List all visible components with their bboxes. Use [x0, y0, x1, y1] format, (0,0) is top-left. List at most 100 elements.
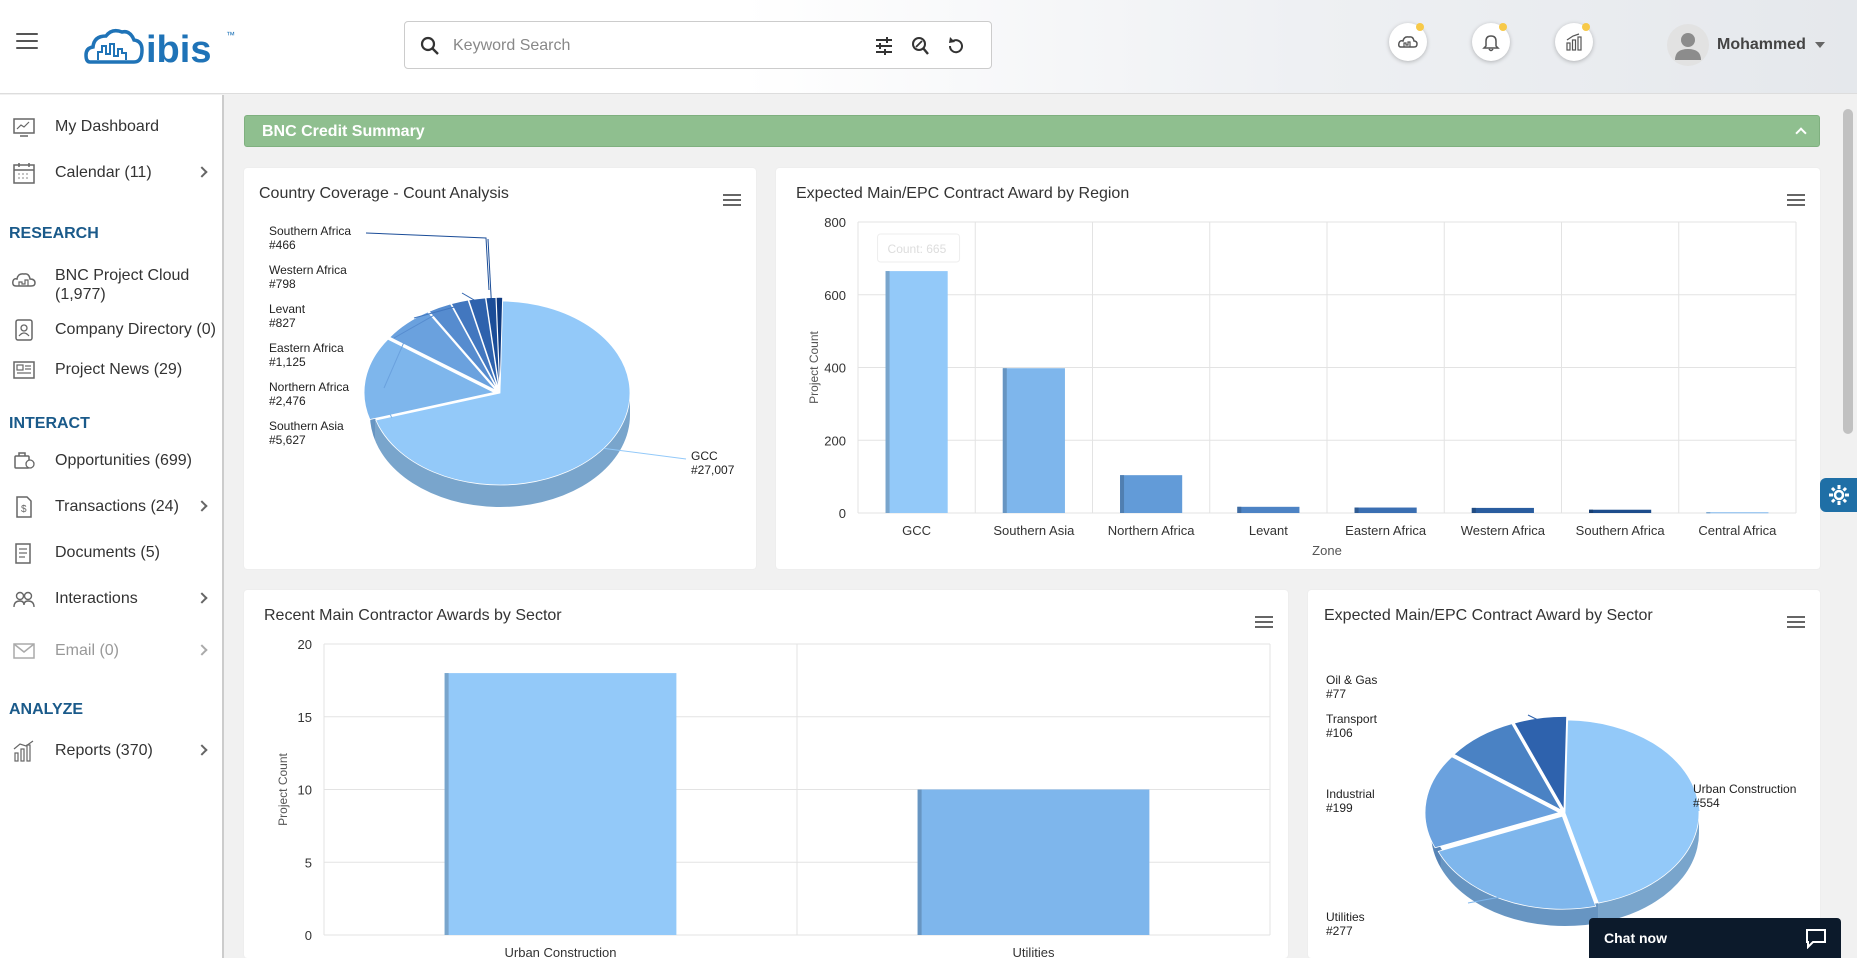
pie-label-name: Western Africa: [269, 263, 347, 277]
section-title-interact: INTERACT: [9, 415, 90, 432]
pie-label-name: Industrial: [1326, 787, 1375, 801]
analytics-button[interactable]: [1555, 23, 1593, 61]
sidebar-item-transactions[interactable]: $ Transactions (24): [0, 489, 222, 523]
y-tick-label: 400: [824, 361, 846, 376]
notifications-button[interactable]: [1472, 23, 1510, 61]
gear-icon: [1829, 485, 1849, 505]
y-tick-label: 15: [298, 710, 312, 725]
chart-icon: [1566, 33, 1582, 51]
documents-icon: [15, 543, 31, 564]
bar-edge: [1471, 507, 1476, 513]
hamburger-menu-icon[interactable]: [16, 33, 38, 51]
project-cloud-button[interactable]: [1389, 23, 1427, 61]
sidebar-item-reports[interactable]: Reports (370): [0, 733, 222, 767]
country-coverage-pie-chart: GCC#27,007 Southern Asia#5,627 Northern Af…: [269, 224, 735, 508]
sidebar-item-label: Opportunities (699): [55, 452, 192, 469]
bar-edge: [1237, 506, 1242, 513]
notification-dot: [1416, 23, 1424, 31]
sidebar-item-label: Calendar (11): [55, 164, 152, 181]
pie-label-name: Urban Construction: [1693, 782, 1796, 796]
logo-text: ibis: [146, 29, 211, 71]
bar[interactable]: [1002, 368, 1065, 513]
chevron-up-icon[interactable]: [1795, 127, 1807, 139]
bar-edge: [885, 271, 890, 513]
sidebar-item-count: (1,977): [55, 286, 106, 303]
bar[interactable]: [1706, 512, 1769, 514]
search-icon[interactable]: [419, 35, 441, 57]
avatar: [1667, 24, 1709, 66]
search-input[interactable]: [453, 34, 853, 58]
advanced-search-icon[interactable]: [909, 35, 931, 57]
bar-edge: [1354, 507, 1359, 513]
pie-label-value: #77: [1326, 687, 1346, 701]
pie-connector: [487, 238, 492, 302]
bar[interactable]: [917, 789, 1150, 936]
bar[interactable]: [1354, 507, 1417, 513]
sidebar-item-calendar[interactable]: Calendar (11): [0, 155, 222, 189]
bar-edge: [1706, 512, 1711, 514]
y-axis-label: Project Count: [276, 752, 290, 825]
pie-label-value: #466: [269, 238, 296, 252]
x-tick-label: Northern Africa: [1108, 523, 1195, 538]
bar-edge: [444, 673, 449, 935]
sidebar-item-opportunities[interactable]: Opportunities (699): [0, 443, 222, 477]
bell-icon: [1482, 35, 1500, 52]
bar[interactable]: [444, 673, 677, 935]
sidebar-item-label: Documents (5): [55, 544, 160, 561]
y-tick-label: 800: [824, 215, 846, 230]
chevron-right-icon: [196, 500, 208, 512]
reports-icon: [13, 740, 34, 762]
y-tick-label: 20: [298, 637, 312, 652]
pie-label-value: #277: [1326, 924, 1353, 938]
x-tick-label: Southern Asia: [993, 523, 1075, 538]
sidebar-item-my-dashboard[interactable]: My Dashboard: [0, 109, 222, 143]
bar[interactable]: [1237, 506, 1300, 513]
scrollbar-thumb[interactable]: [1843, 109, 1853, 434]
recent-sector-card: Recent Main Contractor Awards by Sector …: [244, 590, 1288, 958]
x-tick-label: Southern Africa: [1576, 523, 1666, 538]
pie-label-name: Utilities: [1326, 910, 1365, 924]
pie-label-value: #2,476: [269, 394, 306, 408]
settings-tab[interactable]: [1820, 478, 1857, 512]
pie-label-name: Levant: [269, 302, 306, 316]
pie-label-name: Eastern Africa: [269, 341, 344, 355]
page-scrollbar[interactable]: [1840, 95, 1857, 958]
credit-summary-banner[interactable]: BNC Credit Summary: [244, 115, 1820, 147]
pie-label-value: #1,125: [269, 355, 306, 369]
ibis-logo[interactable]: ibis ™: [84, 22, 244, 72]
bar[interactable]: [1120, 475, 1183, 513]
bar-edge: [1002, 368, 1007, 513]
sidebar-item-bnc-project-cloud[interactable]: BNC Project Cloud (1,977): [0, 258, 222, 303]
banner-title: BNC Credit Summary: [262, 123, 425, 140]
section-title-analyze: ANALYZE: [9, 701, 84, 718]
sidebar-item-project-news[interactable]: Project News (29): [0, 352, 222, 386]
bar[interactable]: [1589, 509, 1652, 513]
svg-text:$: $: [21, 504, 27, 515]
filter-sliders-icon[interactable]: [873, 35, 895, 57]
cloud-city-icon: [1398, 36, 1418, 48]
bar[interactable]: [885, 271, 948, 513]
chat-now-widget[interactable]: Chat now: [1589, 918, 1841, 958]
calendar-icon: [13, 163, 35, 184]
chat-bubble-icon: [1806, 929, 1826, 949]
x-tick-label: Western Africa: [1461, 523, 1546, 538]
x-tick-label: GCC: [902, 523, 931, 538]
sidebar-item-email[interactable]: Email (0): [0, 633, 222, 667]
chevron-right-icon: [196, 592, 208, 604]
sidebar-item-label: Interactions: [55, 590, 138, 607]
y-tick-label: 600: [824, 288, 846, 303]
reset-icon[interactable]: [945, 35, 967, 57]
sidebar-item-label: Project News (29): [55, 361, 183, 378]
pie-label-name: GCC: [691, 449, 718, 463]
bar-edge: [1589, 509, 1594, 513]
notification-dot: [1499, 23, 1507, 31]
logo-trademark: ™: [226, 30, 235, 40]
user-menu[interactable]: Mohammed: [1667, 24, 1837, 66]
bar[interactable]: [1471, 507, 1534, 513]
sidebar-item-interactions[interactable]: Interactions: [0, 581, 222, 615]
sidebar-item-company-directory[interactable]: Company Directory (0): [0, 312, 222, 346]
x-tick-label: Utilities: [1013, 945, 1055, 958]
pie-label-value: #827: [269, 316, 296, 330]
sidebar-item-documents[interactable]: Documents (5): [0, 535, 222, 569]
pie-connector: [365, 232, 490, 291]
